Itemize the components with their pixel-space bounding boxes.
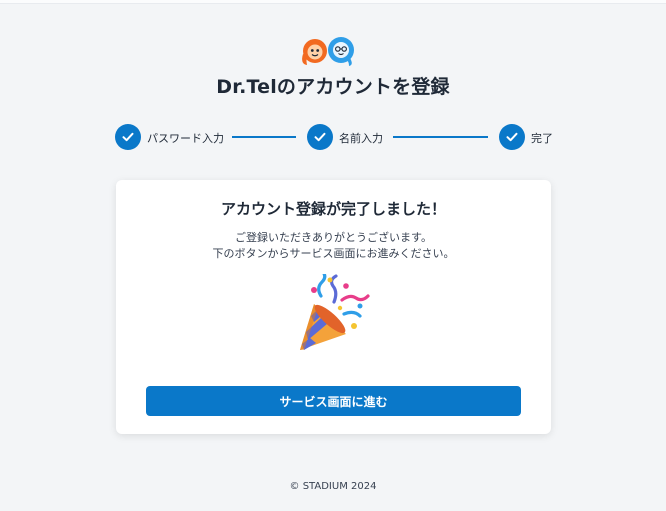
card-title: アカウント登録が完了しました！: [220, 200, 446, 218]
top-divider: [0, 0, 666, 4]
step-1-check-icon: [115, 124, 141, 150]
step-3-check-icon: [499, 124, 525, 150]
step-connector-1: [232, 136, 296, 138]
page-title: Dr.Telのアカウントを登録: [216, 76, 450, 98]
completion-card: アカウント登録が完了しました！ ご登録いただきありがとうございます。 下のボタン…: [116, 180, 551, 434]
card-message-line2: 下のボタンからサービス画面にお進みください。: [212, 247, 455, 260]
step-2-check-icon: [307, 124, 333, 150]
dr-tel-logo-icon: [302, 37, 354, 66]
party-popper-icon: [300, 274, 370, 350]
footer-copyright: © STADIUM 2024: [289, 481, 377, 492]
step-2-label: 名前入力: [339, 132, 383, 145]
step-connector-2: [393, 136, 488, 138]
step-1-label: パスワード入力: [147, 132, 224, 145]
card-message-line1: ご登録いただきありがとうございます。: [235, 231, 432, 244]
go-to-service-button[interactable]: サービス画面に進む: [146, 386, 521, 416]
step-3-label: 完了: [531, 132, 553, 145]
